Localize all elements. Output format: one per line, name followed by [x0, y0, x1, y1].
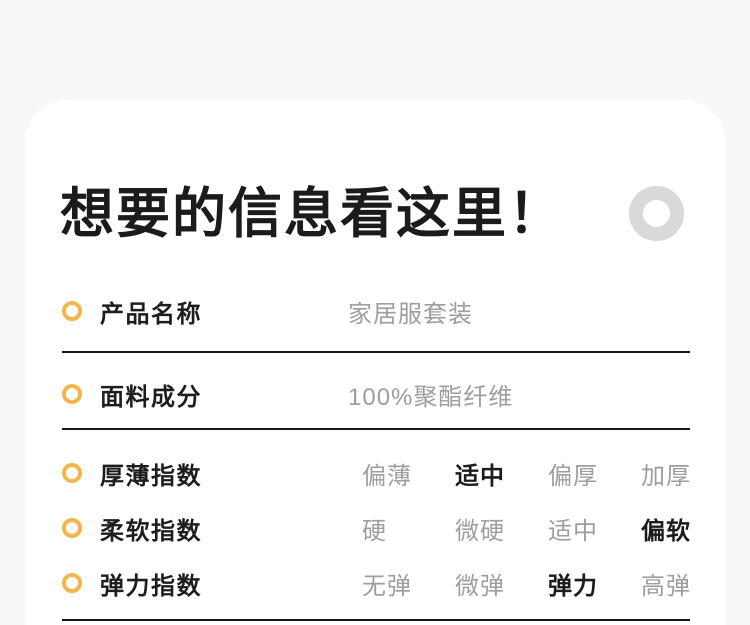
index-option: 偏厚 — [548, 456, 641, 491]
info-row-label: 产品名称 — [100, 294, 202, 329]
index-option: 适中 — [548, 511, 641, 546]
index-option: 偏薄 — [362, 456, 455, 491]
index-row-label: 厚薄指数 — [100, 456, 202, 491]
index-option: 高弹 — [641, 566, 734, 601]
index-row-elasticity: 弹力指数 无弹 微弹 弹力 高弹 — [62, 566, 690, 600]
product-info-page: 想要的信息看这里！ 产品名称 家居服套装 面料成分 100%聚酯纤维 厚薄指数 … — [0, 0, 750, 625]
bullet-ring-icon — [62, 518, 82, 538]
info-row-product-name: 产品名称 家居服套装 — [62, 294, 690, 328]
index-option: 无弹 — [362, 566, 455, 601]
index-option: 弹力 — [548, 566, 641, 601]
info-row-value: 家居服套装 — [348, 294, 473, 329]
index-row-label: 弹力指数 — [100, 566, 202, 601]
index-option: 微硬 — [455, 511, 548, 546]
index-options: 硬 微硬 适中 偏软 — [362, 511, 734, 546]
divider — [62, 619, 690, 621]
index-row-softness: 柔软指数 硬 微硬 适中 偏软 — [62, 511, 690, 545]
divider — [62, 428, 690, 430]
bullet-ring-icon — [62, 384, 82, 404]
page-title: 想要的信息看这里！ — [60, 180, 564, 248]
divider — [62, 351, 690, 353]
info-row-fabric: 面料成分 100%聚酯纤维 — [62, 377, 690, 411]
decorative-ring-icon — [629, 186, 684, 241]
bullet-ring-icon — [62, 463, 82, 483]
product-info-card: 想要的信息看这里！ 产品名称 家居服套装 面料成分 100%聚酯纤维 厚薄指数 … — [25, 100, 726, 625]
index-option: 偏软 — [641, 511, 734, 546]
info-row-label: 面料成分 — [100, 377, 202, 412]
index-option: 加厚 — [641, 456, 734, 491]
bullet-ring-icon — [62, 573, 82, 593]
index-option: 适中 — [455, 456, 548, 491]
bullet-ring-icon — [62, 301, 82, 321]
index-row-thickness: 厚薄指数 偏薄 适中 偏厚 加厚 — [62, 456, 690, 490]
index-option: 硬 — [362, 511, 455, 546]
index-options: 偏薄 适中 偏厚 加厚 — [362, 456, 734, 491]
index-option: 微弹 — [455, 566, 548, 601]
info-row-value: 100%聚酯纤维 — [348, 377, 513, 412]
index-options: 无弹 微弹 弹力 高弹 — [362, 566, 734, 601]
index-row-label: 柔软指数 — [100, 511, 202, 546]
